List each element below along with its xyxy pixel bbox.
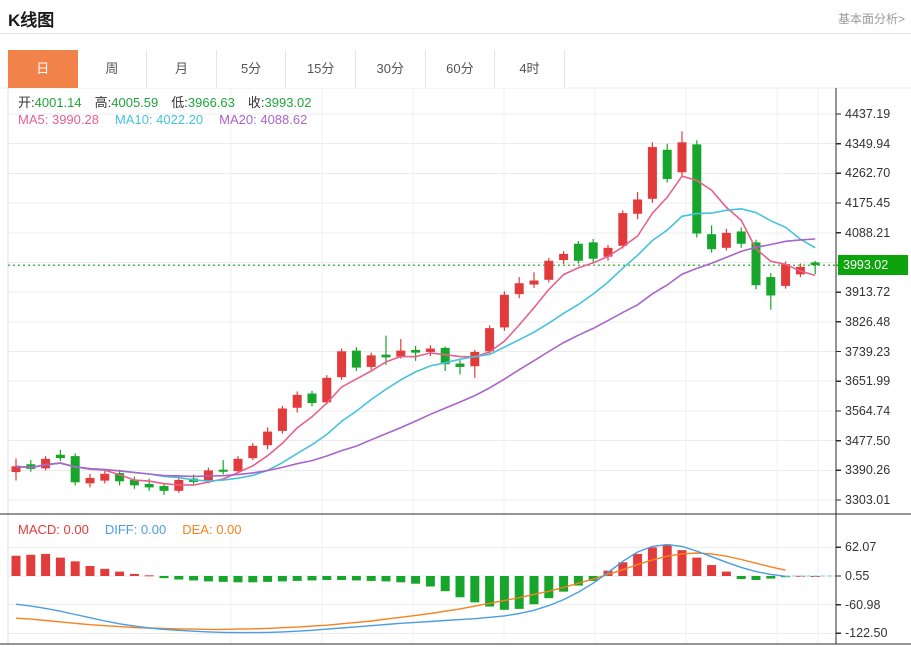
price-axis-label: 3390.26 <box>845 462 890 478</box>
ohlc-legend: 开:4001.14 高:4005.59 低:3966.63 收:3993.02 <box>18 92 312 111</box>
diff-value: DIFF: 0.00 <box>105 522 166 537</box>
tab-day[interactable]: 日 <box>8 50 78 88</box>
price-axis-label: 3913.72 <box>845 284 890 300</box>
title-divider <box>0 33 911 34</box>
price-axis-label: 3739.23 <box>845 344 890 360</box>
price-axis-label: 4262.70 <box>845 165 890 181</box>
ma5-value: MA5: 3990.28 <box>18 112 99 127</box>
price-axis-label: 3826.48 <box>845 314 890 330</box>
ma-legend: MA5: 3990.28 MA10: 4022.20 MA20: 4088.62 <box>18 112 307 127</box>
macd-value: MACD: 0.00 <box>18 522 89 537</box>
tab-week[interactable]: 周 <box>78 50 148 88</box>
tab-4hour[interactable]: 4时 <box>495 50 565 88</box>
price-axis-label: 4175.45 <box>845 195 890 211</box>
price-axis-label: 3651.99 <box>845 373 890 389</box>
tab-5min[interactable]: 5分 <box>217 50 287 88</box>
price-axis-label: 4437.19 <box>845 106 890 122</box>
price-axis-label: 4349.94 <box>845 136 890 152</box>
ma20-value: MA20: 4088.62 <box>219 112 307 127</box>
price-axis-label: 4088.21 <box>845 225 890 241</box>
interval-tab-bar: 日周月5分15分30分60分4时 <box>8 50 565 88</box>
kline-page: K线图 基本面分析> 日周月5分15分30分60分4时 开:4001.14 高:4… <box>0 0 911 647</box>
tab-month[interactable]: 月 <box>147 50 217 88</box>
macd-axis-label: 0.55 <box>845 568 869 584</box>
price-axis-label: 3564.74 <box>845 403 890 419</box>
tab-30min[interactable]: 30分 <box>356 50 426 88</box>
macd-axis-label: 62.07 <box>845 539 876 555</box>
ohlc-close: 收:3993.02 <box>248 92 312 111</box>
macd-axis-label: -60.98 <box>845 597 880 613</box>
ohlc-low: 低:3966.63 <box>171 92 235 111</box>
price-axis-label: 3477.50 <box>845 433 890 449</box>
ma10-value: MA10: 4022.20 <box>115 112 203 127</box>
macd-histogram <box>12 546 820 610</box>
macd-legend: MACD: 0.00 DIFF: 0.00 DEA: 0.00 <box>18 522 242 537</box>
macd-axis-label: -122.50 <box>845 625 887 641</box>
ohlc-open: 开:4001.14 <box>18 92 82 111</box>
current-price-tag: 3993.02 <box>838 255 908 275</box>
dea-value: DEA: 0.00 <box>182 522 241 537</box>
page-title: K线图 <box>8 6 54 31</box>
tab-60min[interactable]: 60分 <box>426 50 496 88</box>
tab-15min[interactable]: 15分 <box>286 50 356 88</box>
fundamental-analysis-link[interactable]: 基本面分析> <box>838 10 905 27</box>
price-axis-label: 3303.01 <box>845 492 890 508</box>
ohlc-high: 高:4005.59 <box>95 92 159 111</box>
